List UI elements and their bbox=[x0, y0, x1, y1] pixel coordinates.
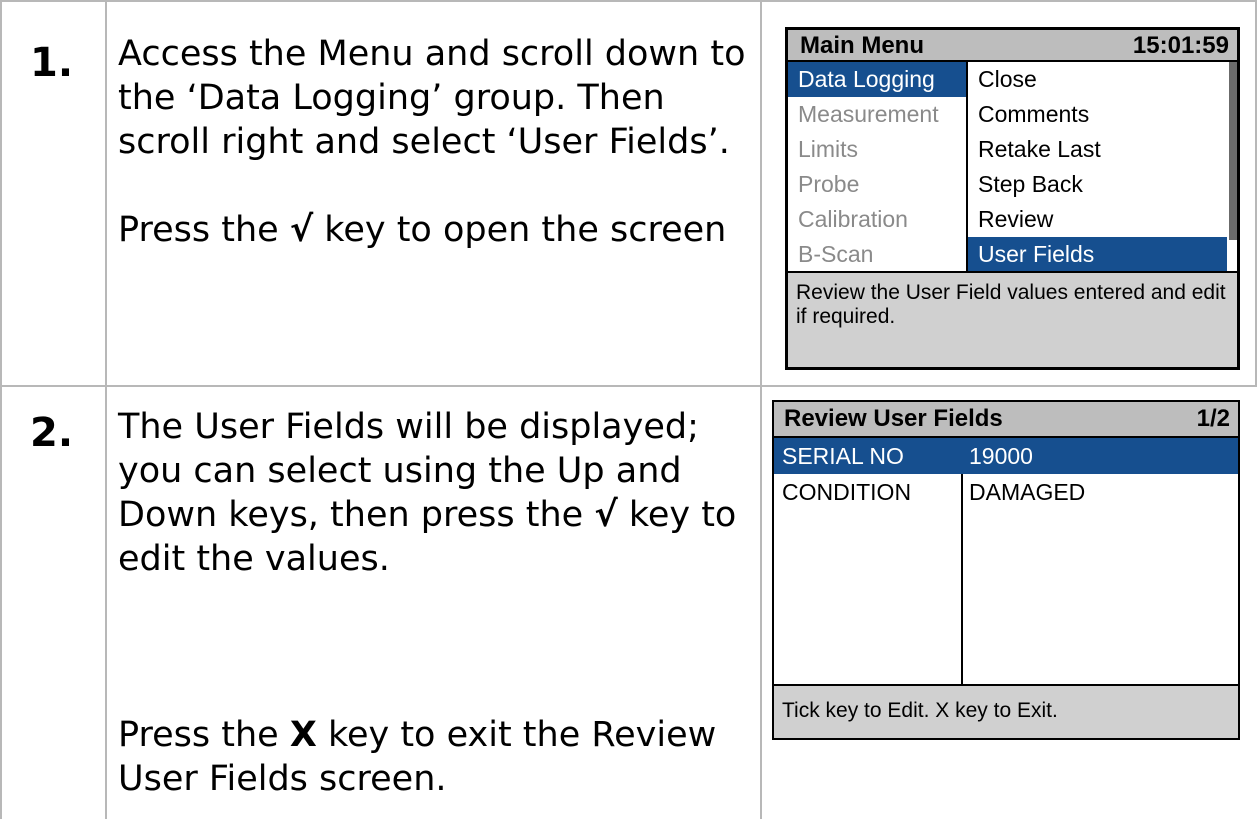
step-2-exit-instruction: Press the X key to exit the Review User … bbox=[118, 713, 748, 801]
page-indicator: 1/2 bbox=[1196, 405, 1230, 432]
review-title: Review User Fields bbox=[784, 405, 1003, 432]
menu-group-b-scan[interactable]: B-Scan bbox=[788, 237, 966, 272]
step-1-key-instruction: Press the √ key to open the screen bbox=[118, 208, 748, 252]
step-1-instruction: Access the Menu and scroll down to the ‘… bbox=[118, 34, 746, 162]
menu-item-close[interactable]: Close bbox=[968, 62, 1227, 97]
table-border-left bbox=[0, 0, 2, 819]
menu-item-retake-last[interactable]: Retake Last bbox=[968, 132, 1227, 167]
step-2-instruction: The User Fields will be displayed; you c… bbox=[118, 405, 748, 581]
step-number: 1. bbox=[30, 40, 74, 86]
main-menu-screen: Main Menu 15:01:59 Data Logging Measurem… bbox=[785, 27, 1240, 370]
review-title-bar: Review User Fields 1/2 bbox=[774, 402, 1238, 438]
menu-group-probe[interactable]: Probe bbox=[788, 167, 966, 202]
menu-group-data-logging[interactable]: Data Logging bbox=[788, 62, 966, 97]
main-menu-title-bar: Main Menu 15:01:59 bbox=[788, 30, 1237, 62]
menu-item-list: Close Comments Retake Last Step Back Rev… bbox=[968, 62, 1227, 272]
table-border-top bbox=[0, 0, 1257, 2]
menu-item-comments[interactable]: Comments bbox=[968, 97, 1227, 132]
field-key: SERIAL NO bbox=[782, 443, 904, 469]
review-help-text: Tick key to Edit. X key to Exit. bbox=[774, 684, 1238, 738]
table-row-divider bbox=[0, 385, 1257, 387]
user-field-row-serial-no[interactable]: SERIAL NO 19000 bbox=[774, 438, 1238, 474]
review-user-fields-screen: Review User Fields 1/2 SERIAL NO 19000 C… bbox=[772, 400, 1240, 740]
menu-group-calibration[interactable]: Calibration bbox=[788, 202, 966, 237]
tick-key-label: √ bbox=[594, 495, 618, 535]
menu-item-review[interactable]: Review bbox=[968, 202, 1227, 237]
field-key: CONDITION bbox=[782, 479, 912, 505]
tick-key-label: √ bbox=[289, 210, 314, 250]
table-divider-number bbox=[105, 0, 107, 819]
main-menu-help-text: Review the User Field values entered and… bbox=[788, 271, 1237, 367]
menu-item-step-back[interactable]: Step Back bbox=[968, 167, 1227, 202]
step-number: 2. bbox=[30, 410, 74, 456]
menu-group-limits[interactable]: Limits bbox=[788, 132, 966, 167]
table-divider-image bbox=[760, 0, 762, 819]
step-1-text: Access the Menu and scroll down to the ‘… bbox=[118, 32, 748, 252]
clock: 15:01:59 bbox=[1132, 32, 1229, 59]
main-menu-title: Main Menu bbox=[800, 32, 924, 59]
field-value: 19000 bbox=[969, 443, 1033, 469]
menu-scrollbar[interactable] bbox=[1229, 62, 1237, 240]
menu-group-list: Data Logging Measurement Limits Probe Ca… bbox=[788, 62, 966, 272]
step-2-text: The User Fields will be displayed; you c… bbox=[118, 405, 748, 801]
menu-group-measurement[interactable]: Measurement bbox=[788, 97, 966, 132]
menu-item-user-fields[interactable]: User Fields bbox=[968, 237, 1227, 272]
field-value: DAMAGED bbox=[969, 479, 1086, 505]
step-1-text-b: key to open the screen bbox=[313, 210, 727, 250]
step-1-text-a: Press the bbox=[118, 210, 290, 250]
user-field-row-condition[interactable]: CONDITION DAMAGED bbox=[774, 474, 1238, 510]
x-key-label: X bbox=[289, 715, 317, 755]
step-2-text-c: Press the bbox=[118, 715, 290, 755]
